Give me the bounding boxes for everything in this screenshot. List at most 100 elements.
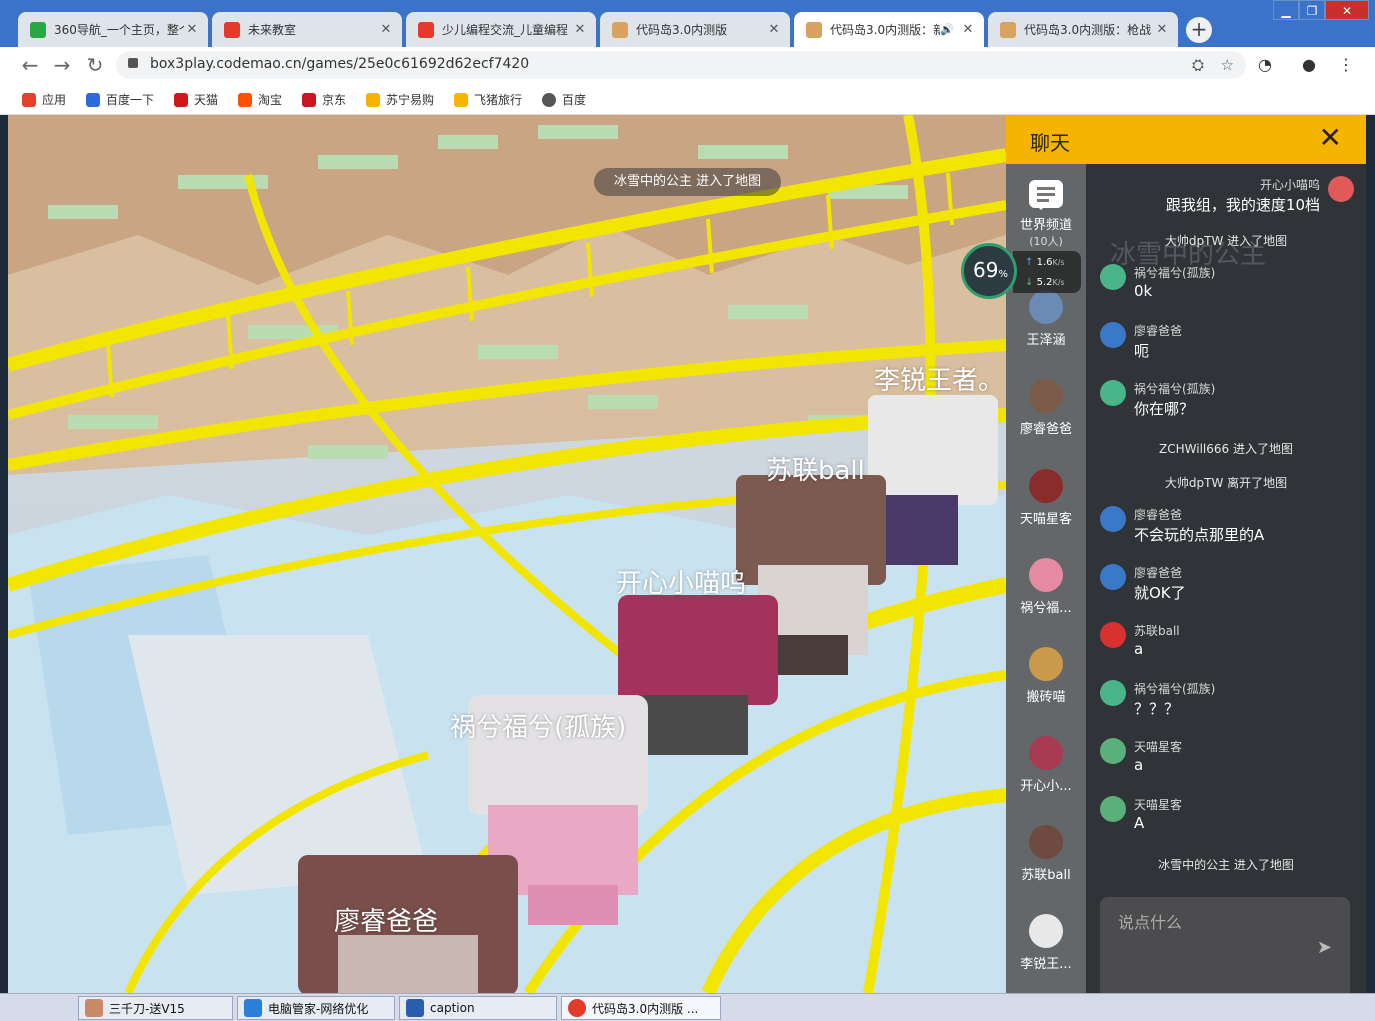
browser-tabstrip: 360导航_一个主页，整个世界 ✕ 未来教室 ✕ 少儿编程交流_儿童编程 ✕ 代… bbox=[0, 0, 1375, 47]
translate-icon[interactable]: ⛭ bbox=[1192, 56, 1204, 74]
bookmark-taobao[interactable]: 淘宝 bbox=[238, 91, 282, 108]
avatar bbox=[1100, 322, 1126, 348]
message-text: 跟我组，我的速度10档 bbox=[1165, 196, 1320, 214]
tab-favicon-icon bbox=[612, 21, 628, 38]
forward-arrow-icon[interactable]: → bbox=[50, 53, 74, 77]
window-controls: ▁ ❐ ✕ bbox=[1273, 0, 1369, 20]
player-name: 搬砖喵 bbox=[1026, 690, 1066, 705]
tab-close-icon[interactable]: ✕ bbox=[1154, 22, 1170, 37]
reload-icon[interactable]: ↻ bbox=[83, 53, 107, 77]
chat-input-box[interactable]: 说点什么 ➤ bbox=[1100, 897, 1350, 993]
tab-kids-coding[interactable]: 少儿编程交流_儿童编程 ✕ bbox=[406, 12, 596, 47]
avatar bbox=[1100, 738, 1126, 764]
player-item-4[interactable]: 搬砖喵 bbox=[1006, 647, 1086, 705]
taskbar-item-pc-manager[interactable]: 电脑管家-网络优化 bbox=[237, 996, 395, 1020]
send-icon[interactable]: ➤ bbox=[1317, 937, 1332, 958]
tab-favicon-icon bbox=[224, 21, 240, 38]
percent-value: 69 bbox=[973, 258, 999, 282]
tab-close-icon[interactable]: ✕ bbox=[184, 22, 200, 37]
avatar bbox=[1100, 380, 1126, 406]
message-sender: 祸兮福兮(孤族) bbox=[1134, 382, 1216, 396]
tab-box3-shooter[interactable]: 代码岛3.0内测版：枪战 ✕ bbox=[988, 12, 1178, 47]
avatar bbox=[1029, 558, 1063, 592]
profile-avatar-icon[interactable]: ● bbox=[1302, 55, 1316, 74]
tab-close-icon[interactable]: ✕ bbox=[378, 22, 394, 37]
menu-kebab-icon[interactable]: ⋮ bbox=[1338, 55, 1354, 74]
chat-bubble-icon bbox=[1029, 180, 1063, 210]
chrome-icon bbox=[568, 999, 586, 1017]
network-meter[interactable]: ↑ 1.6K/s ↓ 5.2K/s 69% bbox=[961, 243, 1081, 299]
tab-close-icon[interactable]: ✕ bbox=[572, 22, 588, 37]
apps-grid-icon bbox=[22, 92, 36, 107]
avatar bbox=[1029, 469, 1063, 503]
taskbar-item-game[interactable]: 三千刀-送V15 bbox=[78, 996, 233, 1020]
avatar bbox=[1100, 796, 1126, 822]
tmall-icon bbox=[174, 92, 188, 107]
bookmark-label: 百度一下 bbox=[106, 93, 155, 107]
window-close-icon[interactable]: ✕ bbox=[1325, 0, 1369, 20]
system-message: 大帅dpTW 离开了地图 bbox=[1164, 476, 1288, 490]
message-text: a bbox=[1134, 756, 1144, 774]
voxel-scene bbox=[8, 115, 1006, 993]
speed-unit: K/s bbox=[1052, 278, 1065, 287]
game-viewport[interactable]: 冰雪中的公主 进入了地图 李锐王者。 苏联ball 开心小喵呜 祸兮福兮(孤族)… bbox=[8, 115, 1006, 993]
chat-close-icon[interactable]: ✕ bbox=[1319, 123, 1342, 153]
bookmark-suning[interactable]: 苏宁易购 bbox=[366, 91, 434, 108]
chat-message-list[interactable]: 冰雪中的公主 开心小喵呜 跟我组，我的速度10档 大帅dpTW 进入了地图 祸兮… bbox=[1086, 164, 1366, 993]
minimize-icon[interactable]: ▁ bbox=[1273, 0, 1299, 20]
player-item-1[interactable]: 廖睿爸爸 bbox=[1006, 379, 1086, 437]
bookmark-label: 天猫 bbox=[194, 93, 219, 107]
bookmark-jd[interactable]: 京东 bbox=[302, 91, 346, 108]
tab-favicon-icon bbox=[1000, 21, 1016, 38]
bookmark-apps[interactable]: 应用 bbox=[22, 91, 66, 108]
jd-icon bbox=[302, 92, 316, 107]
message-sender: 祸兮福兮(孤族) bbox=[1134, 266, 1216, 280]
speed-unit: K/s bbox=[1052, 258, 1065, 267]
download-speed: 5.2 bbox=[1036, 277, 1053, 288]
address-bar[interactable]: box3play.codemao.cn/games/25e0c61692d62e… bbox=[116, 51, 1246, 79]
tab-title: 360导航_一个主页，整个世界 bbox=[54, 23, 184, 37]
message-text: ？？？ bbox=[1134, 700, 1180, 718]
player-item-2[interactable]: 天喵星客 bbox=[1006, 469, 1086, 527]
tab-audio-icon[interactable]: 🔊 bbox=[940, 23, 954, 36]
nametag-kaixin: 开心小喵呜 bbox=[616, 569, 747, 599]
bookmark-fliggy[interactable]: 飞猪旅行 bbox=[454, 91, 522, 108]
tab-box3-new-active[interactable]: 代码岛3.0内测版：新 🔊 ✕ bbox=[794, 12, 984, 47]
message-text: 不会玩的点那里的A bbox=[1134, 526, 1265, 544]
message-text: A bbox=[1134, 814, 1145, 832]
os-taskbar: 三千刀-送V15 电脑管家-网络优化 caption 代码岛3.0内测版 ... bbox=[0, 993, 1375, 1021]
maximize-icon[interactable]: ❐ bbox=[1299, 0, 1325, 20]
performance-gauge-icon[interactable]: ◔ bbox=[1258, 55, 1272, 74]
bookmark-star-icon[interactable]: ☆ bbox=[1221, 56, 1234, 74]
taskbar-item-news[interactable]: caption bbox=[399, 996, 557, 1020]
bookmark-label: 飞猪旅行 bbox=[474, 93, 523, 107]
avatar bbox=[1100, 564, 1126, 590]
news-icon bbox=[406, 999, 424, 1017]
avatar bbox=[1100, 680, 1126, 706]
tab-360[interactable]: 360导航_一个主页，整个世界 ✕ bbox=[18, 12, 208, 47]
taskbar-item-chrome[interactable]: 代码岛3.0内测版 ... bbox=[561, 996, 721, 1020]
browser-toolbar: ← → ↻ box3play.codemao.cn/games/25e0c616… bbox=[0, 47, 1375, 83]
tab-close-icon[interactable]: ✕ bbox=[960, 22, 976, 37]
player-name: 苏联ball bbox=[1021, 868, 1071, 883]
tab-title: 代码岛3.0内测版：新 bbox=[830, 23, 941, 37]
bookmark-baidu-search[interactable]: 百度一下 bbox=[86, 91, 154, 108]
tab-box3-beta[interactable]: 代码岛3.0内测版 ✕ bbox=[600, 12, 790, 47]
player-item-5[interactable]: 开心小... bbox=[1006, 736, 1086, 794]
bookmarks-bar: 应用 百度一下 天猫 淘宝 京东 苏宁易购 飞猪旅行 百度 bbox=[0, 83, 1375, 115]
upload-arrow-icon: ↑ bbox=[1025, 257, 1034, 268]
player-name: 李锐王... bbox=[1020, 957, 1072, 972]
player-item-6[interactable]: 苏联ball bbox=[1006, 825, 1086, 883]
bookmark-baidu[interactable]: 百度 bbox=[542, 91, 586, 108]
upload-speed: 1.6 bbox=[1036, 257, 1053, 268]
new-tab-button[interactable]: + bbox=[1186, 17, 1212, 43]
message-sender: 开心小喵呜 bbox=[1259, 178, 1320, 192]
bookmark-tmall[interactable]: 天猫 bbox=[174, 91, 218, 108]
tab-close-icon[interactable]: ✕ bbox=[766, 22, 782, 37]
player-item-3[interactable]: 祸兮福... bbox=[1006, 558, 1086, 616]
player-item-7[interactable]: 李锐王... bbox=[1006, 914, 1086, 972]
channel-world[interactable]: 世界频道 (10人) bbox=[1006, 180, 1086, 249]
tab-future-classroom[interactable]: 未来教室 ✕ bbox=[212, 12, 402, 47]
avatar bbox=[1029, 825, 1063, 859]
back-arrow-icon[interactable]: ← bbox=[18, 53, 42, 77]
